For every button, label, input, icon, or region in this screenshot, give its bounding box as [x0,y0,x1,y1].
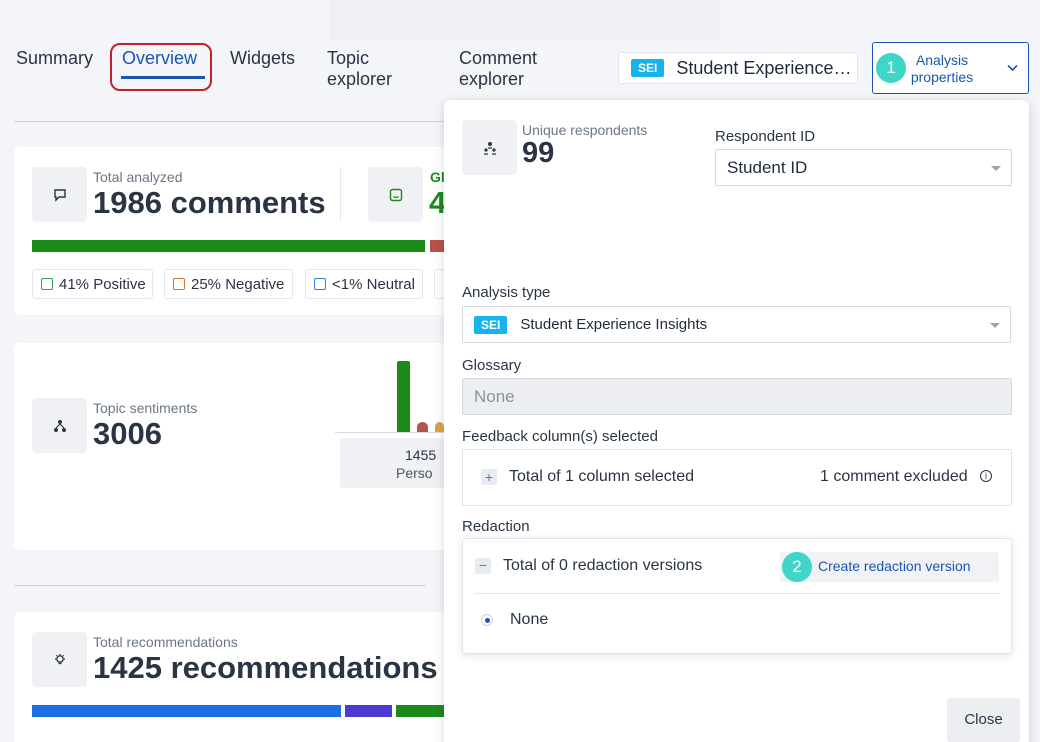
topic-bar-positive [397,361,410,432]
neutral-pill-label: <1% Neutral [332,275,415,293]
sei-badge: SEI [474,315,508,334]
tab-widgets[interactable]: Widgets [230,48,295,69]
negative-pill[interactable]: 25% Negative [164,269,293,299]
analysis-properties-label: Analysis properties [910,52,974,85]
hierarchy-icon [32,398,87,453]
topic-bar-neutral [435,422,444,432]
glossary-label: Glossary [462,357,522,374]
step-marker: 2 [782,552,812,582]
unique-respondents-label: Unique respondents [522,122,648,138]
divider [14,585,426,586]
chevron-down-icon [1007,60,1018,75]
recommendations-label: Total recommendations [93,634,238,650]
unique-respondents-value: 99 [522,137,555,169]
analysis-type-select[interactable]: SEI Student Experience Insights [462,306,1011,343]
create-redaction-version-label: Create redaction version [818,558,971,574]
analysis-properties-button[interactable]: 1 Analysis properties [872,42,1029,94]
redaction-summary: Total of 0 redaction versions [503,557,703,574]
people-icon [462,120,517,175]
redaction-option-none-radio[interactable] [481,614,493,626]
feedback-columns-label: Feedback column(s) selected [462,428,658,445]
comment-icon [32,167,87,222]
analysis-type-label: Analysis type [462,284,551,301]
respondent-id-label: Respondent ID [715,128,816,145]
divider [14,121,444,122]
analysis-selector-label: Student Experience… [676,57,852,78]
chart-baseline [335,432,445,433]
divider [340,167,341,221]
info-icon[interactable]: i [980,470,992,482]
analysis-type-value: Student Experience Insights [520,316,708,333]
glossary-select: None [462,378,1012,415]
total-analyzed-label: Total analyzed [93,169,183,185]
topic-sentiments-label: Topic sentiments [93,400,198,416]
caret-down-icon [991,166,1001,171]
respondent-id-value: Student ID [727,157,808,177]
topic-tooltip-caption: Perso [396,465,433,481]
collapse-minus-icon[interactable]: − [475,558,491,574]
topic-tooltip-value: 1455 [405,447,437,463]
active-tab-underline [121,76,205,79]
tab-comment-explorer[interactable]: Comment explorer [459,48,549,90]
redaction-label: Redaction [462,518,530,535]
tab-overview[interactable]: Overview [122,48,197,69]
recommendations-bar-2 [345,705,392,717]
top-strip [330,0,720,40]
expand-plus-icon[interactable]: + [481,469,497,485]
total-analyzed-value: 1986 comments [93,185,326,220]
neutral-face-icon [314,278,326,290]
respondent-id-select[interactable]: Student ID [715,149,1012,186]
positive-share-bar [32,240,425,252]
recommendations-bar-1 [32,705,341,717]
analysis-selector[interactable]: SEI Student Experience… [618,52,858,84]
smile-icon [368,167,423,222]
neutral-pill[interactable]: <1% Neutral [305,269,423,299]
lightbulb-icon [32,632,87,687]
global-sentiment-label: Gl [430,169,445,185]
tab-summary[interactable]: Summary [16,48,93,69]
recommendations-bar-3 [396,705,446,717]
divider [474,593,1000,594]
recommendations-value: 1425 recommendations [93,650,438,685]
topic-sentiments-value: 3006 [93,416,162,451]
close-button[interactable]: Close [947,698,1020,742]
frown-icon [173,278,185,290]
negative-pill-label: 25% Negative [191,275,285,293]
glossary-value: None [474,386,515,406]
comments-excluded: 1 comment excluded [820,468,968,485]
feedback-columns-summary: Total of 1 column selected [509,468,694,485]
step-marker: 1 [876,53,906,83]
redaction-option-none-label: None [510,611,549,628]
negative-share-bar [430,240,444,252]
tab-topic-explorer[interactable]: Topic explorer [327,48,407,90]
create-redaction-version-button[interactable]: 2 Create redaction version [780,552,999,582]
topic-tooltip: 1455 Perso [340,438,450,488]
caret-down-icon [990,323,1000,328]
sei-badge: SEI [631,59,665,77]
smile-icon [41,278,53,290]
positive-pill[interactable]: 41% Positive [32,269,153,299]
topic-bar-negative [417,422,428,432]
positive-pill-label: 41% Positive [59,275,146,293]
